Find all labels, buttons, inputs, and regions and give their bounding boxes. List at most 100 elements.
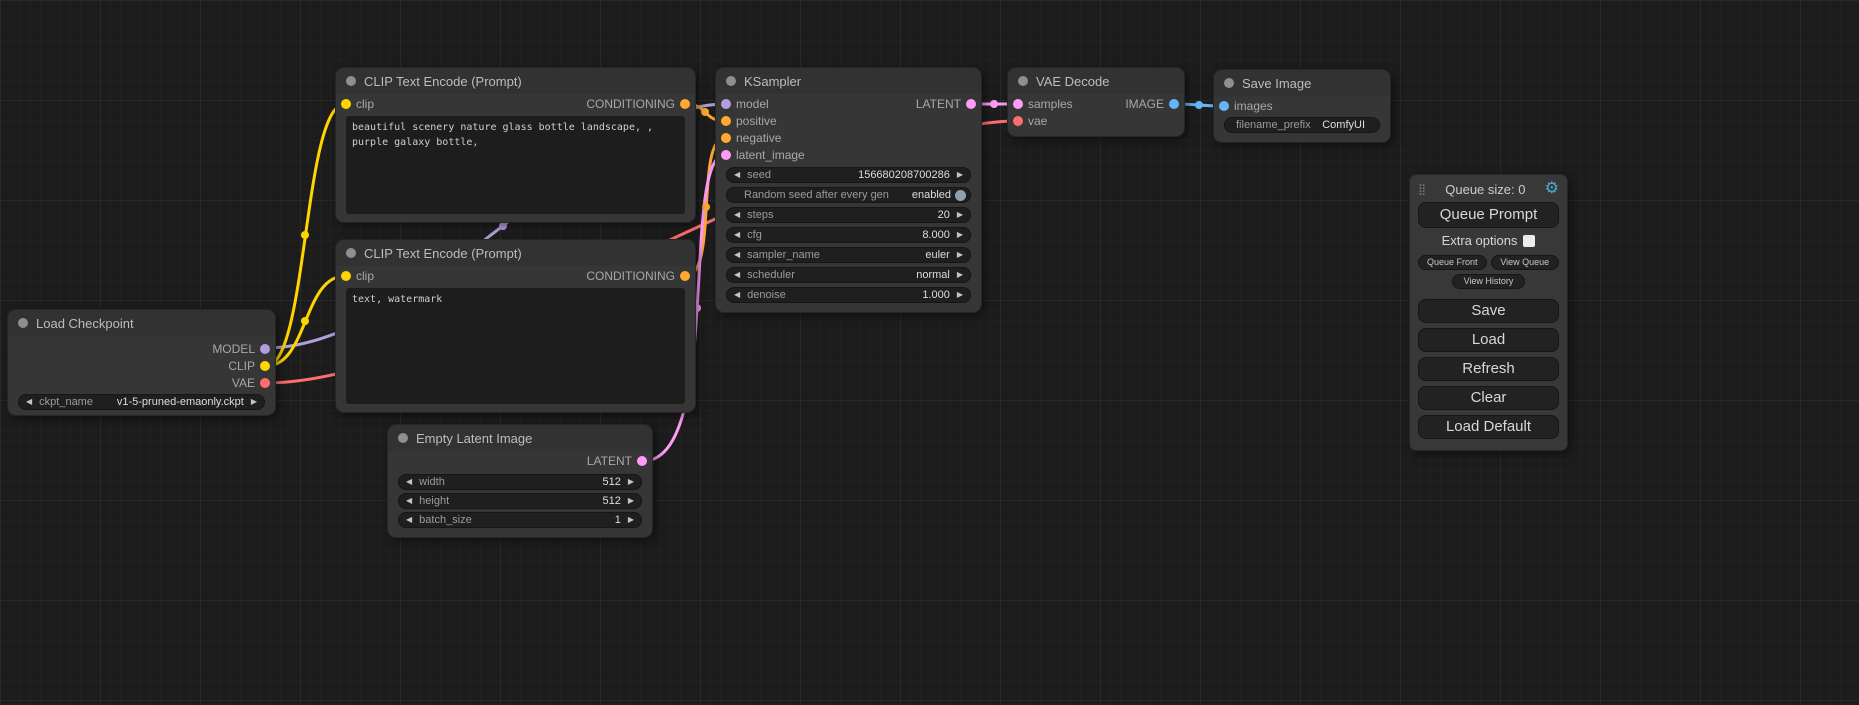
node-vae-decode-titlebar[interactable]: VAE Decode — [1008, 68, 1184, 94]
extra-options-checkbox[interactable] — [1523, 235, 1535, 247]
positive-input-slot[interactable] — [721, 116, 731, 126]
node-empty-latent-image-titlebar[interactable]: Empty Latent Image — [388, 425, 652, 451]
images-input-slot[interactable] — [1219, 101, 1229, 111]
increment-arrow-icon[interactable]: ▶ — [957, 231, 963, 239]
refresh-button[interactable]: Refresh — [1418, 357, 1559, 381]
clip-input-slot[interactable] — [341, 99, 351, 109]
decrement-arrow-icon[interactable]: ◀ — [734, 231, 740, 239]
view-history-button[interactable]: View History — [1452, 274, 1525, 289]
widget-value: 156680208700286 — [858, 169, 950, 181]
clear-button[interactable]: Clear — [1418, 386, 1559, 410]
width-widget[interactable]: ◀ width 512 ▶ — [398, 474, 642, 490]
queue-prompt-button[interactable]: Queue Prompt — [1418, 202, 1559, 228]
image-output-slot[interactable] — [1169, 99, 1179, 109]
clip-output-slot[interactable] — [260, 361, 270, 371]
model-output-slot[interactable] — [260, 344, 270, 354]
node-load-checkpoint[interactable]: Load Checkpoint MODEL CLIP VAE ◀ ckpt_na… — [8, 310, 275, 415]
load-default-button[interactable]: Load Default — [1418, 415, 1559, 439]
ckpt-name-widget[interactable]: ◀ ckpt_name v1-5-pruned-emaonly.ckpt ▶ — [18, 394, 265, 410]
node-ksampler[interactable]: KSampler model LATENT positive negative … — [716, 68, 981, 312]
node-ksampler-titlebar[interactable]: KSampler — [716, 68, 981, 94]
negative-prompt-textarea[interactable]: text, watermark — [346, 288, 685, 404]
collapse-dot-icon[interactable] — [726, 76, 736, 86]
height-widget[interactable]: ◀ height 512 ▶ — [398, 493, 642, 509]
increment-arrow-icon[interactable]: ▶ — [957, 291, 963, 299]
node-vae-decode[interactable]: VAE Decode samples IMAGE vae — [1008, 68, 1184, 136]
widget-label: steps — [747, 209, 773, 221]
steps-widget[interactable]: ◀ steps 20 ▶ — [726, 207, 971, 223]
queue-front-button[interactable]: Queue Front — [1418, 255, 1487, 270]
load-button[interactable]: Load — [1418, 328, 1559, 352]
conditioning-output-slot[interactable] — [680, 99, 690, 109]
link-midpoint-dot[interactable] — [701, 108, 709, 116]
link-midpoint-dot[interactable] — [702, 203, 710, 211]
widget-label: filename_prefix — [1236, 119, 1311, 131]
random-seed-toggle-widget[interactable]: Random seed after every gen enabled — [726, 187, 971, 203]
toggle-knob-icon[interactable] — [955, 190, 966, 201]
collapse-dot-icon[interactable] — [18, 318, 28, 328]
increment-arrow-icon[interactable]: ▶ — [628, 478, 634, 486]
increment-arrow-icon[interactable]: ▶ — [957, 271, 963, 279]
increment-arrow-icon[interactable]: ▶ — [628, 516, 634, 524]
vae-output-slot[interactable] — [260, 378, 270, 388]
drag-handle-icon[interactable]: ⣿ — [1418, 183, 1426, 196]
decrement-arrow-icon[interactable]: ◀ — [734, 211, 740, 219]
increment-arrow-icon[interactable]: ▶ — [957, 171, 963, 179]
widget-label: Random seed after every gen — [744, 189, 889, 201]
decrement-arrow-icon[interactable]: ◀ — [734, 271, 740, 279]
link-midpoint-dot[interactable] — [301, 317, 309, 325]
link-midpoint-dot[interactable] — [499, 222, 507, 230]
clip-input-slot[interactable] — [341, 271, 351, 281]
save-button[interactable]: Save — [1418, 299, 1559, 323]
queue-menu-panel[interactable]: ⣿ Queue size: 0 ⚙ Queue Prompt Extra opt… — [1410, 175, 1567, 450]
decrement-arrow-icon[interactable]: ◀ — [406, 516, 412, 524]
batch-size-widget[interactable]: ◀ batch_size 1 ▶ — [398, 512, 642, 528]
node-save-image[interactable]: Save Image images filename_prefix ComfyU… — [1214, 70, 1390, 142]
node-clip-text-encode-negative-titlebar[interactable]: CLIP Text Encode (Prompt) — [336, 240, 695, 266]
decrement-arrow-icon[interactable]: ◀ — [406, 497, 412, 505]
conditioning-output-slot[interactable] — [680, 271, 690, 281]
cfg-widget[interactable]: ◀ cfg 8.000 ▶ — [726, 227, 971, 243]
increment-arrow-icon[interactable]: ▶ — [251, 398, 257, 406]
link-midpoint-dot[interactable] — [990, 100, 998, 108]
settings-gear-icon[interactable]: ⚙ — [1545, 181, 1559, 197]
node-empty-latent-image[interactable]: Empty Latent Image LATENT ◀ width 512 ▶ … — [388, 425, 652, 537]
latent-output-slot[interactable] — [966, 99, 976, 109]
collapse-dot-icon[interactable] — [1224, 78, 1234, 88]
latent-output-slot[interactable] — [637, 456, 647, 466]
increment-arrow-icon[interactable]: ▶ — [628, 497, 634, 505]
increment-arrow-icon[interactable]: ▶ — [957, 251, 963, 259]
vae-input-slot[interactable] — [1013, 116, 1023, 126]
sampler-name-widget[interactable]: ◀ sampler_name euler ▶ — [726, 247, 971, 263]
node-load-checkpoint-titlebar[interactable]: Load Checkpoint — [8, 310, 275, 336]
latent-image-input-slot[interactable] — [721, 150, 731, 160]
collapse-dot-icon[interactable] — [398, 433, 408, 443]
positive-prompt-textarea[interactable]: beautiful scenery nature glass bottle la… — [346, 116, 685, 214]
decrement-arrow-icon[interactable]: ◀ — [734, 251, 740, 259]
node-title: Empty Latent Image — [416, 431, 532, 446]
increment-arrow-icon[interactable]: ▶ — [957, 211, 963, 219]
samples-input-slot[interactable] — [1013, 99, 1023, 109]
link-midpoint-dot[interactable] — [1195, 101, 1203, 109]
denoise-widget[interactable]: ◀ denoise 1.000 ▶ — [726, 287, 971, 303]
collapse-dot-icon[interactable] — [346, 248, 356, 258]
negative-input-slot[interactable] — [721, 133, 731, 143]
collapse-dot-icon[interactable] — [346, 76, 356, 86]
node-clip-text-encode-positive[interactable]: CLIP Text Encode (Prompt) clip CONDITION… — [336, 68, 695, 222]
view-queue-button[interactable]: View Queue — [1491, 255, 1560, 270]
decrement-arrow-icon[interactable]: ◀ — [406, 478, 412, 486]
filename-prefix-widget[interactable]: filename_prefix ComfyUI — [1224, 117, 1380, 133]
node-clip-text-encode-positive-titlebar[interactable]: CLIP Text Encode (Prompt) — [336, 68, 695, 94]
collapse-dot-icon[interactable] — [1018, 76, 1028, 86]
decrement-arrow-icon[interactable]: ◀ — [734, 171, 740, 179]
scheduler-widget[interactable]: ◀ scheduler normal ▶ — [726, 267, 971, 283]
decrement-arrow-icon[interactable]: ◀ — [734, 291, 740, 299]
link-midpoint-dot[interactable] — [301, 231, 309, 239]
decrement-arrow-icon[interactable]: ◀ — [26, 398, 32, 406]
seed-widget[interactable]: ◀ seed 156680208700286 ▶ — [726, 167, 971, 183]
widget-label: denoise — [747, 289, 786, 301]
graph-canvas[interactable]: Load Checkpoint MODEL CLIP VAE ◀ ckpt_na… — [0, 0, 1859, 705]
model-input-slot[interactable] — [721, 99, 731, 109]
node-clip-text-encode-negative[interactable]: CLIP Text Encode (Prompt) clip CONDITION… — [336, 240, 695, 412]
node-save-image-titlebar[interactable]: Save Image — [1214, 70, 1390, 96]
